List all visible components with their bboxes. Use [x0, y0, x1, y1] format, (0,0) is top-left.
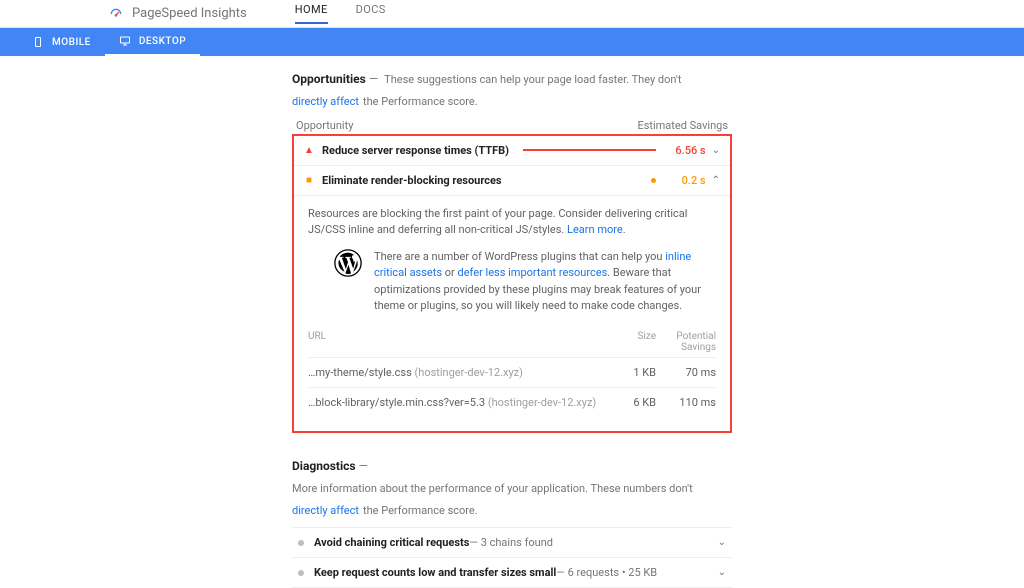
- device-tab-mobile-label: MOBILE: [52, 37, 91, 48]
- col-size: Size: [606, 331, 656, 353]
- wordpress-advice-text: There are a number of WordPress plugins …: [374, 249, 716, 315]
- device-tab-desktop[interactable]: DESKTOP: [105, 28, 200, 56]
- tab-docs[interactable]: DOCS: [356, 3, 386, 24]
- main-content: Opportunities These suggestions can help…: [292, 70, 732, 588]
- opportunity-title: Eliminate render-blocking resources: [322, 174, 502, 187]
- wordpress-advice: There are a number of WordPress plugins …: [308, 249, 716, 327]
- diagnostic-subtitle: 3 chains found: [469, 536, 553, 549]
- resource-row: …my-theme/style.css (hostinger-dev-12.xy…: [308, 357, 716, 387]
- opportunity-row-render-blocking[interactable]: ■ Eliminate render-blocking resources 0.…: [294, 165, 730, 195]
- diagnostics-desc-prefix: More information about the performance o…: [292, 480, 693, 498]
- learn-more-link[interactable]: Learn more: [567, 223, 623, 236]
- chevron-down-icon: ⌄: [712, 145, 720, 156]
- wordpress-icon: [334, 249, 362, 277]
- tab-home[interactable]: HOME: [295, 3, 328, 24]
- opportunity-detail: Resources are blocking the first paint o…: [294, 195, 730, 431]
- app-topbar: PageSpeed Insights HOME DOCS: [0, 0, 1024, 28]
- col-opportunity: Opportunity: [296, 119, 353, 132]
- diagnostic-title: Keep request counts low and transfer siz…: [314, 566, 556, 579]
- diagnostics-desc-link[interactable]: directly affect: [292, 502, 359, 520]
- opportunity-bar: [523, 149, 656, 151]
- opportunities-title: Opportunities: [292, 70, 378, 89]
- square-warning-icon: ■: [304, 175, 314, 186]
- device-tab-mobile[interactable]: MOBILE: [18, 28, 105, 56]
- chevron-down-icon: ⌄: [718, 567, 726, 578]
- diagnostic-title: Avoid chaining critical requests: [314, 536, 469, 549]
- opportunity-savings: 6.56 s: [670, 144, 706, 157]
- device-tabs-bar: MOBILE DESKTOP: [0, 28, 1024, 56]
- resource-table-header: URL Size Potential Savings: [308, 327, 716, 357]
- opportunities-desc-link[interactable]: directly affect: [292, 93, 359, 111]
- top-tabs: HOME DOCS: [295, 3, 386, 24]
- col-estimated-savings: Estimated Savings: [637, 119, 728, 132]
- col-potential-savings: Potential Savings: [656, 331, 716, 353]
- desktop-icon: [119, 35, 131, 47]
- opportunity-savings: 0.2 s: [670, 174, 706, 187]
- triangle-warning-icon: ▲: [304, 145, 314, 156]
- info-dot-icon: [298, 540, 304, 546]
- opportunities-list: ▲ Reduce server response times (TTFB) 6.…: [292, 134, 732, 433]
- diagnostics-list: Avoid chaining critical requests 3 chain…: [292, 527, 732, 588]
- info-dot-icon: [298, 570, 304, 576]
- diagnostic-row-chaining[interactable]: Avoid chaining critical requests 3 chain…: [292, 527, 732, 557]
- resource-row: …block-library/style.min.css?ver=5.3 (ho…: [308, 387, 716, 417]
- device-tab-desktop-label: DESKTOP: [139, 36, 186, 47]
- opportunity-bar: [516, 178, 656, 183]
- opportunity-detail-description: Resources are blocking the first paint o…: [308, 206, 716, 239]
- diagnostics-desc-suffix: the Performance score.: [363, 502, 478, 520]
- defer-resources-link[interactable]: defer less important resources: [458, 266, 608, 279]
- diagnostic-row-request-counts[interactable]: Keep request counts low and transfer siz…: [292, 557, 732, 588]
- col-url: URL: [308, 331, 606, 353]
- mobile-icon: [32, 36, 44, 48]
- pagespeed-logo-icon: [108, 6, 124, 22]
- app-title: PageSpeed Insights: [132, 6, 247, 21]
- opportunities-desc-suffix: the Performance score.: [363, 93, 478, 111]
- opportunities-columns: Opportunity Estimated Savings: [296, 119, 728, 132]
- diagnostics-title: Diagnostics: [292, 457, 368, 476]
- opportunity-title: Reduce server response times (TTFB): [322, 144, 509, 157]
- chevron-up-icon: ⌃: [712, 175, 720, 186]
- opportunities-header: Opportunities These suggestions can help…: [292, 70, 732, 111]
- opportunity-row-ttfb[interactable]: ▲ Reduce server response times (TTFB) 6.…: [294, 136, 730, 165]
- diagnostics-header: Diagnostics More information about the p…: [292, 457, 732, 519]
- diagnostic-subtitle: 6 requests • 25 KB: [556, 566, 657, 579]
- chevron-down-icon: ⌄: [718, 537, 726, 548]
- opportunities-desc-prefix: These suggestions can help your page loa…: [384, 71, 681, 89]
